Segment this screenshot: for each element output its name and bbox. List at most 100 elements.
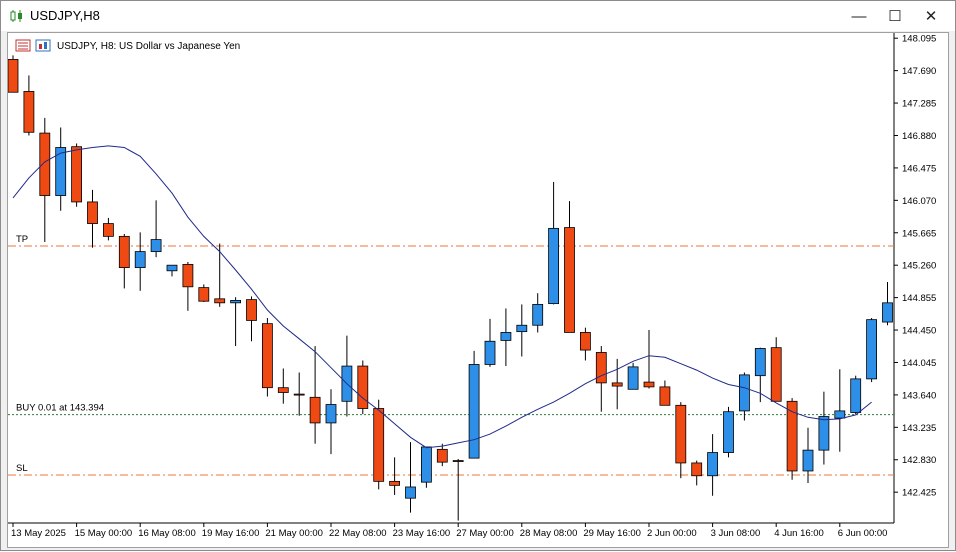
candle-body [39, 132, 51, 196]
candle [627, 362, 639, 390]
candle [436, 443, 448, 467]
price-chart[interactable]: USDJPY, H8: US Dollar vs Japanese Yen 14… [7, 33, 948, 547]
time-tick-label: 3 Jun 08:00 [711, 528, 761, 539]
candle-body [580, 332, 591, 351]
candle [246, 296, 257, 342]
candle-body [770, 347, 782, 402]
chart-symbol-label: USDJPY, H8: US Dollar vs Japanese Yen [57, 41, 240, 52]
window-title: USDJPY,H8 [30, 8, 100, 23]
candle-body [23, 91, 35, 133]
candle-body [627, 366, 639, 390]
take-profit-label: TP [16, 234, 28, 245]
candle-body [309, 396, 321, 424]
candle [103, 217, 114, 241]
candle [389, 457, 401, 495]
candle [420, 446, 432, 488]
candle [770, 337, 782, 402]
time-tick-label: 16 May 08:00 [138, 528, 196, 539]
candle [548, 181, 559, 305]
candle-body [723, 411, 734, 453]
candle [818, 391, 830, 465]
candle-body [405, 486, 416, 499]
candle-body [468, 364, 480, 459]
candle-body [452, 460, 464, 462]
candle [71, 143, 82, 207]
price-tick-label: 144.450 [902, 326, 936, 337]
candle [532, 293, 544, 333]
candle [850, 375, 862, 415]
time-tick-label: 15 May 00:00 [75, 528, 133, 539]
candle [23, 75, 35, 136]
candle-body [246, 299, 257, 321]
maximize-button[interactable]: ☐ [878, 1, 912, 31]
time-tick-label: 22 May 08:00 [329, 528, 387, 539]
price-tick-label: 147.285 [902, 99, 936, 110]
time-axis[interactable]: 13 May 2025 15 May 00:00 16 May 08:00 19 Ma… [11, 523, 887, 539]
candle [691, 460, 703, 486]
buy-entry-label: BUY 0.01 at 143.394 [16, 403, 104, 414]
candle-body [293, 393, 305, 396]
time-tick-label: 6 Jun 00:00 [838, 528, 888, 539]
candle-body [532, 304, 544, 326]
candle-body [484, 340, 496, 365]
candle-body [659, 386, 671, 406]
title-bar[interactable]: USDJPY,H8 — ☐ ✕ [1, 1, 955, 31]
candle-body [182, 263, 194, 288]
candle [484, 318, 496, 367]
price-tick-label: 146.070 [902, 196, 936, 207]
candle [39, 117, 51, 242]
candle-body [103, 223, 114, 237]
time-tick-label: 2 Jun 00:00 [647, 528, 697, 539]
indicator-list-icon[interactable] [15, 39, 31, 52]
candle-body [118, 235, 130, 268]
candle [580, 327, 591, 361]
candle-body [357, 365, 369, 409]
candle [659, 380, 671, 406]
candle-body [325, 404, 337, 424]
candle [754, 347, 766, 403]
candle-body [150, 239, 162, 252]
candle [834, 369, 846, 452]
candles [7, 55, 893, 521]
candle-body [516, 324, 528, 333]
price-tick-label: 145.665 [902, 228, 936, 239]
chart-area[interactable]: USDJPY, H8: US Dollar vs Japanese Yen 14… [7, 32, 949, 548]
candle-body [420, 446, 432, 483]
candle [134, 232, 146, 291]
minimize-button[interactable]: — [842, 1, 876, 31]
candle-body [389, 480, 401, 486]
candle-body [866, 319, 877, 380]
candle-body [134, 251, 146, 268]
candle [214, 243, 226, 307]
time-tick-label: 13 May 2025 [11, 528, 66, 539]
candle [230, 297, 242, 347]
candle-body [373, 408, 385, 482]
candle-body [71, 146, 82, 203]
candlestick-app-icon [10, 10, 22, 22]
candle-body [882, 302, 893, 323]
chart-properties-icon[interactable] [35, 39, 51, 52]
candle [452, 458, 464, 521]
candle [866, 318, 877, 383]
candle-body [230, 300, 242, 304]
candle-body [548, 227, 559, 305]
candle [309, 346, 321, 444]
price-tick-label: 145.260 [902, 261, 936, 272]
price-axis[interactable]: 148.095 147.690 147.285 146.880 146.475 146.0… [894, 34, 936, 499]
price-tick-label: 142.425 [902, 488, 936, 499]
price-tick-label: 147.690 [902, 66, 936, 77]
candle [55, 127, 67, 211]
candle [166, 264, 178, 277]
time-tick-label: 21 May 00:00 [265, 528, 323, 539]
candle [261, 318, 273, 397]
candle-body [611, 382, 623, 387]
candle [277, 368, 289, 404]
time-tick-label: 19 May 16:00 [202, 528, 260, 539]
candle-body [675, 404, 687, 464]
candle-body [739, 374, 750, 412]
candle [516, 304, 528, 357]
candle-body [214, 298, 226, 304]
close-button[interactable]: ✕ [914, 1, 948, 31]
candle [500, 308, 512, 367]
candle [325, 389, 337, 455]
